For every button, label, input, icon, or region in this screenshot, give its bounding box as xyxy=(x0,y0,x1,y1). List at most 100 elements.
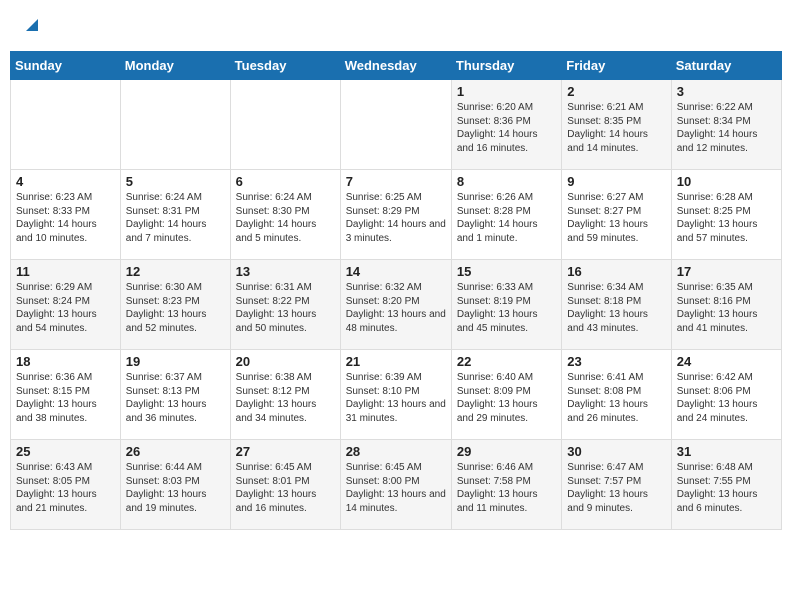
day-number: 15 xyxy=(457,264,556,279)
calendar-cell: 21 Sunrise: 6:39 AM Sunset: 8:10 PM Dayli… xyxy=(340,350,451,440)
calendar-cell xyxy=(230,80,340,170)
day-info: Sunrise: 6:42 AM Sunset: 8:06 PM Dayligh… xyxy=(677,371,776,425)
day-number: 29 xyxy=(457,444,556,459)
day-number: 19 xyxy=(126,354,225,369)
day-number: 18 xyxy=(16,354,115,369)
day-info: Sunrise: 6:41 AM Sunset: 8:08 PM Dayligh… xyxy=(567,371,665,425)
day-info: Sunrise: 6:37 AM Sunset: 8:13 PM Dayligh… xyxy=(126,371,225,425)
calendar-day-header: Friday xyxy=(562,52,671,80)
day-number: 20 xyxy=(236,354,335,369)
calendar-cell: 30 Sunrise: 6:47 AM Sunset: 7:57 PM Dayli… xyxy=(562,440,671,530)
calendar-cell: 1 Sunrise: 6:20 AM Sunset: 8:36 PM Daylig… xyxy=(451,80,561,170)
day-number: 10 xyxy=(677,174,776,189)
day-info: Sunrise: 6:43 AM Sunset: 8:05 PM Dayligh… xyxy=(16,461,115,515)
day-info: Sunrise: 6:40 AM Sunset: 8:09 PM Dayligh… xyxy=(457,371,556,425)
day-number: 3 xyxy=(677,84,776,99)
calendar-cell: 20 Sunrise: 6:38 AM Sunset: 8:12 PM Dayli… xyxy=(230,350,340,440)
day-number: 28 xyxy=(346,444,446,459)
day-number: 5 xyxy=(126,174,225,189)
calendar-cell: 10 Sunrise: 6:28 AM Sunset: 8:25 PM Dayli… xyxy=(671,170,781,260)
calendar-cell: 9 Sunrise: 6:27 AM Sunset: 8:27 PM Daylig… xyxy=(562,170,671,260)
calendar-header-row: SundayMondayTuesdayWednesdayThursdayFrid… xyxy=(11,52,782,80)
day-number: 23 xyxy=(567,354,665,369)
logo xyxy=(20,15,38,38)
day-info: Sunrise: 6:39 AM Sunset: 8:10 PM Dayligh… xyxy=(346,371,446,425)
calendar-cell: 3Sunrise: 6:22 AM Sunset: 8:34 PM Daylig… xyxy=(671,80,781,170)
calendar-cell: 31Sunrise: 6:48 AM Sunset: 7:55 PM Dayli… xyxy=(671,440,781,530)
day-info: Sunrise: 6:46 AM Sunset: 7:58 PM Dayligh… xyxy=(457,461,556,515)
calendar-cell: 2Sunrise: 6:21 AM Sunset: 8:35 PM Daylig… xyxy=(562,80,671,170)
calendar-week-row: 18 Sunrise: 6:36 AM Sunset: 8:15 PM Dayli… xyxy=(11,350,782,440)
calendar-day-header: Monday xyxy=(120,52,230,80)
day-info: Sunrise: 6:30 AM Sunset: 8:23 PM Dayligh… xyxy=(126,281,225,335)
day-info: Sunrise: 6:45 AM Sunset: 8:00 PM Dayligh… xyxy=(346,461,446,515)
day-info: Sunrise: 6:21 AM Sunset: 8:35 PM Dayligh… xyxy=(567,101,665,155)
day-info: Sunrise: 6:24 AM Sunset: 8:30 PM Dayligh… xyxy=(236,191,335,245)
calendar-cell: 18 Sunrise: 6:36 AM Sunset: 8:15 PM Dayli… xyxy=(11,350,121,440)
calendar-day-header: Sunday xyxy=(11,52,121,80)
calendar-cell: 27 Sunrise: 6:45 AM Sunset: 8:01 PM Dayli… xyxy=(230,440,340,530)
calendar-week-row: 1 Sunrise: 6:20 AM Sunset: 8:36 PM Daylig… xyxy=(11,80,782,170)
calendar-week-row: 4 Sunrise: 6:23 AM Sunset: 8:33 PM Daylig… xyxy=(11,170,782,260)
calendar-cell: 14 Sunrise: 6:32 AM Sunset: 8:20 PM Dayli… xyxy=(340,260,451,350)
calendar-day-header: Saturday xyxy=(671,52,781,80)
day-number: 12 xyxy=(126,264,225,279)
day-number: 25 xyxy=(16,444,115,459)
calendar-cell: 23 Sunrise: 6:41 AM Sunset: 8:08 PM Dayli… xyxy=(562,350,671,440)
calendar-cell: 26 Sunrise: 6:44 AM Sunset: 8:03 PM Dayli… xyxy=(120,440,230,530)
day-number: 9 xyxy=(567,174,665,189)
day-number: 11 xyxy=(16,264,115,279)
day-info: Sunrise: 6:23 AM Sunset: 8:33 PM Dayligh… xyxy=(16,191,115,245)
calendar-cell xyxy=(340,80,451,170)
day-number: 14 xyxy=(346,264,446,279)
day-number: 16 xyxy=(567,264,665,279)
day-info: Sunrise: 6:28 AM Sunset: 8:25 PM Dayligh… xyxy=(677,191,776,245)
day-number: 4 xyxy=(16,174,115,189)
calendar-cell: 7Sunrise: 6:25 AM Sunset: 8:29 PM Daylig… xyxy=(340,170,451,260)
calendar-cell xyxy=(120,80,230,170)
calendar-cell: 22Sunrise: 6:40 AM Sunset: 8:09 PM Dayli… xyxy=(451,350,561,440)
calendar-cell: 28 Sunrise: 6:45 AM Sunset: 8:00 PM Dayli… xyxy=(340,440,451,530)
day-number: 27 xyxy=(236,444,335,459)
calendar-cell: 24 Sunrise: 6:42 AM Sunset: 8:06 PM Dayli… xyxy=(671,350,781,440)
calendar-cell: 6 Sunrise: 6:24 AM Sunset: 8:30 PM Daylig… xyxy=(230,170,340,260)
calendar-cell: 5Sunrise: 6:24 AM Sunset: 8:31 PM Daylig… xyxy=(120,170,230,260)
calendar-day-header: Tuesday xyxy=(230,52,340,80)
day-info: Sunrise: 6:32 AM Sunset: 8:20 PM Dayligh… xyxy=(346,281,446,335)
day-info: Sunrise: 6:45 AM Sunset: 8:01 PM Dayligh… xyxy=(236,461,335,515)
calendar-cell: 8 Sunrise: 6:26 AM Sunset: 8:28 PM Daylig… xyxy=(451,170,561,260)
day-number: 17 xyxy=(677,264,776,279)
day-info: Sunrise: 6:20 AM Sunset: 8:36 PM Dayligh… xyxy=(457,101,556,155)
day-info: Sunrise: 6:44 AM Sunset: 8:03 PM Dayligh… xyxy=(126,461,225,515)
logo-triangle-icon xyxy=(22,17,38,38)
day-info: Sunrise: 6:26 AM Sunset: 8:28 PM Dayligh… xyxy=(457,191,556,245)
page-header xyxy=(10,10,782,43)
day-info: Sunrise: 6:34 AM Sunset: 8:18 PM Dayligh… xyxy=(567,281,665,335)
day-info: Sunrise: 6:27 AM Sunset: 8:27 PM Dayligh… xyxy=(567,191,665,245)
day-number: 24 xyxy=(677,354,776,369)
day-info: Sunrise: 6:36 AM Sunset: 8:15 PM Dayligh… xyxy=(16,371,115,425)
day-info: Sunrise: 6:25 AM Sunset: 8:29 PM Dayligh… xyxy=(346,191,446,245)
day-info: Sunrise: 6:31 AM Sunset: 8:22 PM Dayligh… xyxy=(236,281,335,335)
calendar-day-header: Wednesday xyxy=(340,52,451,80)
day-number: 1 xyxy=(457,84,556,99)
calendar-cell: 4 Sunrise: 6:23 AM Sunset: 8:33 PM Daylig… xyxy=(11,170,121,260)
calendar-cell: 19 Sunrise: 6:37 AM Sunset: 8:13 PM Dayli… xyxy=(120,350,230,440)
day-number: 8 xyxy=(457,174,556,189)
calendar-day-header: Thursday xyxy=(451,52,561,80)
day-number: 26 xyxy=(126,444,225,459)
day-info: Sunrise: 6:47 AM Sunset: 7:57 PM Dayligh… xyxy=(567,461,665,515)
calendar-cell xyxy=(11,80,121,170)
calendar-cell: 13Sunrise: 6:31 AM Sunset: 8:22 PM Dayli… xyxy=(230,260,340,350)
day-info: Sunrise: 6:35 AM Sunset: 8:16 PM Dayligh… xyxy=(677,281,776,335)
calendar-week-row: 11 Sunrise: 6:29 AM Sunset: 8:24 PM Dayli… xyxy=(11,260,782,350)
day-number: 21 xyxy=(346,354,446,369)
day-info: Sunrise: 6:33 AM Sunset: 8:19 PM Dayligh… xyxy=(457,281,556,335)
calendar-cell: 25 Sunrise: 6:43 AM Sunset: 8:05 PM Dayli… xyxy=(11,440,121,530)
day-info: Sunrise: 6:29 AM Sunset: 8:24 PM Dayligh… xyxy=(16,281,115,335)
day-info: Sunrise: 6:38 AM Sunset: 8:12 PM Dayligh… xyxy=(236,371,335,425)
day-number: 30 xyxy=(567,444,665,459)
day-info: Sunrise: 6:48 AM Sunset: 7:55 PM Dayligh… xyxy=(677,461,776,515)
calendar-cell: 16 Sunrise: 6:34 AM Sunset: 8:18 PM Dayli… xyxy=(562,260,671,350)
day-number: 6 xyxy=(236,174,335,189)
